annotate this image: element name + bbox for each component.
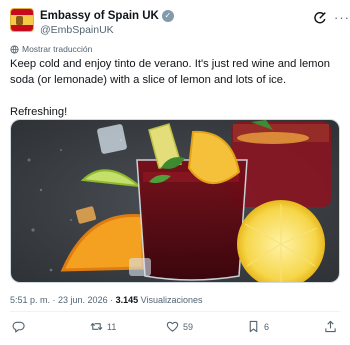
translate-label[interactable]: Mostrar traducción <box>22 44 92 54</box>
share-button[interactable] <box>324 320 337 333</box>
flag-stripe-top <box>11 9 33 15</box>
translate-icon <box>10 44 19 54</box>
verified-badge-icon: ✓ <box>161 10 174 22</box>
photo-illustration <box>11 120 339 282</box>
views-count: 3.145 <box>115 295 139 305</box>
share-icon <box>325 320 336 333</box>
divider <box>10 311 340 312</box>
tweet-card: Embassy of Spain UK ✓ @EmbSpainUK ··· Mo… <box>0 0 350 345</box>
grok-icon[interactable] <box>313 11 327 25</box>
flag-stripe-bottom <box>11 25 33 31</box>
author-name-row[interactable]: Embassy of Spain UK ✓ <box>40 10 174 22</box>
translate-link[interactable]: Mostrar traducción <box>10 44 92 54</box>
like-count: 59 <box>183 321 194 332</box>
like-icon <box>166 321 179 332</box>
tweet-date[interactable]: 23 jun. 2026 <box>58 295 108 305</box>
bookmark-icon <box>249 320 258 333</box>
tweet-header: Embassy of Spain UK ✓ @EmbSpainUK ··· <box>10 8 349 36</box>
meta-separator: · <box>50 295 59 305</box>
tweet-text: Keep cold and enjoy tinto de verano. It'… <box>10 58 330 118</box>
retweet-button[interactable]: 11 <box>90 320 116 333</box>
meta-separator: · <box>107 295 116 305</box>
bookmark-button[interactable]: 6 <box>247 320 269 333</box>
tweet-time[interactable]: 5:51 p. m. <box>10 295 50 305</box>
views-label: Visualizaciones <box>140 295 203 305</box>
retweet-count: 11 <box>107 321 117 332</box>
more-icon[interactable]: ··· <box>334 10 350 25</box>
bookmark-count: 6 <box>264 321 270 332</box>
author-handle[interactable]: @EmbSpainUK <box>40 24 114 36</box>
author-name[interactable]: Embassy of Spain UK <box>40 10 159 22</box>
avatar[interactable] <box>10 8 34 32</box>
tweet-photo[interactable] <box>10 119 340 283</box>
flag-crest <box>16 16 23 25</box>
reply-icon <box>12 321 25 333</box>
tweet-meta: 5:51 p. m. · 23 jun. 2026 · 3.145 Visual… <box>10 295 203 305</box>
retweet-icon <box>90 322 103 331</box>
reply-button[interactable] <box>12 320 29 333</box>
action-bar: 11 59 6 <box>10 320 340 338</box>
like-button[interactable]: 59 <box>166 320 193 333</box>
